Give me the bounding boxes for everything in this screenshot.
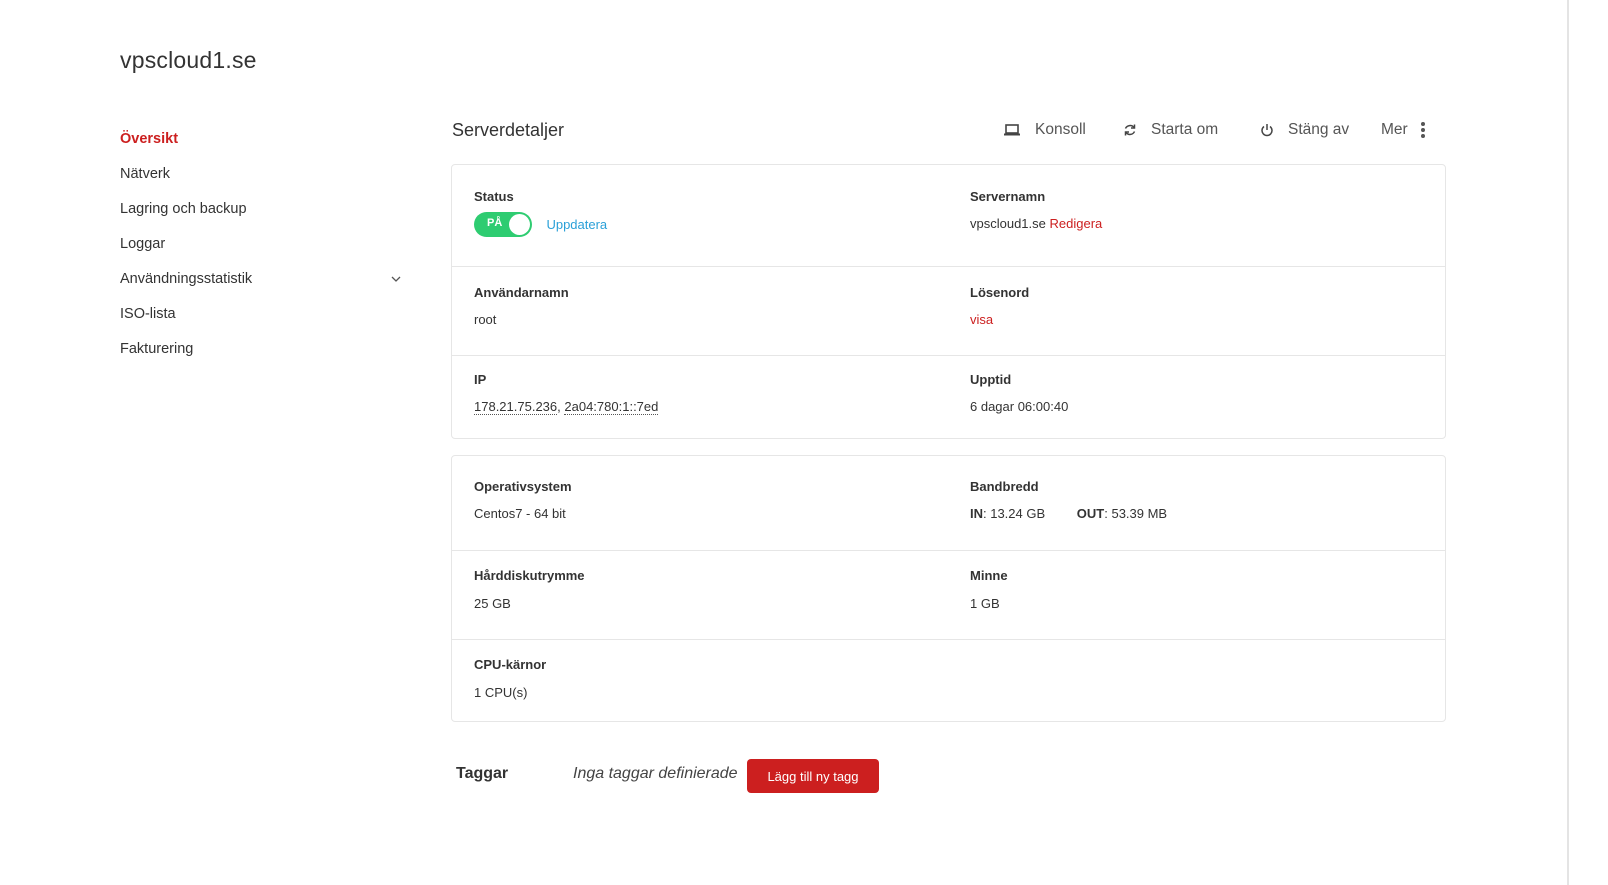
sidebar-item-lagring-och-backup[interactable]: Lagring och backup bbox=[120, 191, 410, 226]
power-toggle-text: PÅ bbox=[487, 217, 503, 229]
tags-empty-text: Inga taggar definierade bbox=[573, 765, 738, 782]
password-cell: Lösenord visa bbox=[970, 285, 1029, 327]
restart-button-label: Starta om bbox=[1151, 121, 1219, 138]
power-toggle[interactable]: PÅ bbox=[474, 212, 532, 237]
cpu-value: 1 CPU(s) bbox=[474, 685, 528, 700]
password-label: Lösenord bbox=[970, 285, 1030, 300]
bandwidth-cell: Bandbredd IN: 13.24 GB OUT: 53.39 MB bbox=[970, 479, 1167, 521]
shutdown-button-label: Stäng av bbox=[1288, 121, 1350, 138]
bandwidth-in-value: : 13.24 GB bbox=[983, 506, 1046, 521]
restart-button[interactable]: Starta om bbox=[1123, 121, 1218, 139]
memory-value: 1 GB bbox=[970, 596, 1000, 611]
sidebar-item-label: Lagring och backup bbox=[120, 200, 247, 217]
specs-row-hardware: Hårddiskutrymme 25 GB Minne 1 GB bbox=[452, 551, 1445, 640]
power-icon bbox=[1261, 124, 1273, 137]
sidebar-item-label: Fakturering bbox=[120, 340, 194, 357]
more-button-label: Mer bbox=[1381, 121, 1408, 138]
bandwidth-out-value: : 53.39 MB bbox=[1104, 506, 1168, 521]
show-password-link[interactable]: visa bbox=[970, 312, 1029, 327]
sidebar-item-fakturering[interactable]: Fakturering bbox=[120, 331, 410, 366]
edit-servername-link[interactable]: Redigera bbox=[1050, 216, 1103, 231]
cpu-label: CPU-kärnor bbox=[474, 657, 547, 672]
chevron-down-icon[interactable] bbox=[390, 273, 402, 285]
ip-cell: IP 178.21.75.236, 2a04:780:1::7ed bbox=[474, 372, 659, 415]
bandwidth-in-label: IN bbox=[970, 506, 983, 521]
os-cell: Operativsystem Centos7 - 64 bit bbox=[474, 479, 572, 521]
specs-row-os: Operativsystem Centos7 - 64 bit Bandbred… bbox=[452, 456, 1445, 551]
sidebar-item-label: Loggar bbox=[120, 235, 166, 252]
sidebar-item-label: Översikt bbox=[120, 130, 179, 147]
bandwidth-out-label: OUT bbox=[1076, 506, 1105, 521]
update-status-link[interactable]: Uppdatera bbox=[546, 217, 607, 232]
disk-cell: Hårddiskutrymme 25 GB bbox=[474, 568, 585, 611]
specs-row-cpu: CPU-kärnor 1 CPU(s) bbox=[452, 640, 1445, 721]
username-cell: Användarnamn root bbox=[474, 285, 569, 327]
sidebar-item-label: Nätverk bbox=[120, 165, 170, 182]
laptop-icon bbox=[1004, 124, 1020, 136]
tags-label: Taggar bbox=[456, 765, 509, 782]
uptime-label: Upptid bbox=[970, 372, 1012, 387]
page-scrollbar-edge bbox=[1567, 0, 1569, 885]
page-title: Serverdetaljer bbox=[452, 120, 565, 140]
sidebar-item-label: ISO-lista bbox=[120, 305, 176, 322]
status-cell: Status PÅ Uppdatera bbox=[474, 189, 607, 237]
username-value: root bbox=[474, 312, 497, 327]
sidebar-item-label: Användningsstatistik bbox=[120, 270, 253, 287]
uptime-cell: Upptid 6 dagar 06:00:40 bbox=[970, 372, 1068, 414]
server-details-card: Status PÅ Uppdatera Servernamn vpscloud1… bbox=[451, 164, 1446, 439]
sidebar-item-anvandningsstatistik[interactable]: Användningsstatistik bbox=[120, 261, 410, 296]
servername-cell: Servernamn vpscloud1.se Redigera bbox=[970, 189, 1102, 231]
ipv4-address[interactable]: 178.21.75.236 bbox=[474, 399, 558, 415]
add-tag-button[interactable]: Lägg till ny tagg bbox=[747, 759, 879, 793]
os-value: Centos7 - 64 bit bbox=[474, 506, 566, 521]
details-row-status: Status PÅ Uppdatera Servernamn vpscloud1… bbox=[452, 165, 1445, 267]
sidebar-item-natverk[interactable]: Nätverk bbox=[120, 156, 410, 191]
disk-value: 25 GB bbox=[474, 596, 511, 611]
memory-cell: Minne 1 GB bbox=[970, 568, 1008, 611]
sidebar-item-loggar[interactable]: Loggar bbox=[120, 226, 410, 261]
sidebar-item-iso-lista[interactable]: ISO-lista bbox=[120, 296, 410, 331]
uptime-value: 6 dagar 06:00:40 bbox=[970, 399, 1069, 414]
disk-label: Hårddiskutrymme bbox=[474, 568, 585, 583]
ip-separator: , bbox=[557, 399, 561, 414]
site-title: vpscloud1.se bbox=[120, 47, 257, 73]
bandwidth-label: Bandbredd bbox=[970, 479, 1039, 494]
memory-label: Minne bbox=[970, 568, 1008, 583]
refresh-icon bbox=[1124, 124, 1136, 136]
sidebar-nav: Översikt Nätverk Lagring och backup Logg… bbox=[120, 121, 410, 366]
servername-value: vpscloud1.se bbox=[970, 216, 1046, 231]
username-label: Användarnamn bbox=[474, 285, 569, 300]
shutdown-button[interactable]: Stäng av bbox=[1260, 121, 1349, 139]
status-label: Status bbox=[474, 189, 514, 204]
cpu-cell: CPU-kärnor 1 CPU(s) bbox=[474, 657, 546, 700]
more-button[interactable]: Mer bbox=[1381, 121, 1426, 139]
console-button[interactable]: Konsoll bbox=[1003, 121, 1086, 139]
ip-label: IP bbox=[474, 372, 487, 387]
details-row-credentials: Användarnamn root Lösenord visa bbox=[452, 267, 1445, 356]
details-row-network: IP 178.21.75.236, 2a04:780:1::7ed Upptid… bbox=[452, 356, 1445, 438]
server-specs-card: Operativsystem Centos7 - 64 bit Bandbred… bbox=[451, 455, 1446, 722]
power-toggle-knob bbox=[509, 214, 530, 235]
sidebar-item-oversikt[interactable]: Översikt bbox=[120, 121, 410, 156]
servername-label: Servernamn bbox=[970, 189, 1046, 204]
more-vertical-icon bbox=[1420, 122, 1425, 138]
ipv6-address[interactable]: 2a04:780:1::7ed bbox=[564, 399, 659, 415]
console-button-label: Konsoll bbox=[1035, 121, 1086, 138]
os-label: Operativsystem bbox=[474, 479, 572, 494]
